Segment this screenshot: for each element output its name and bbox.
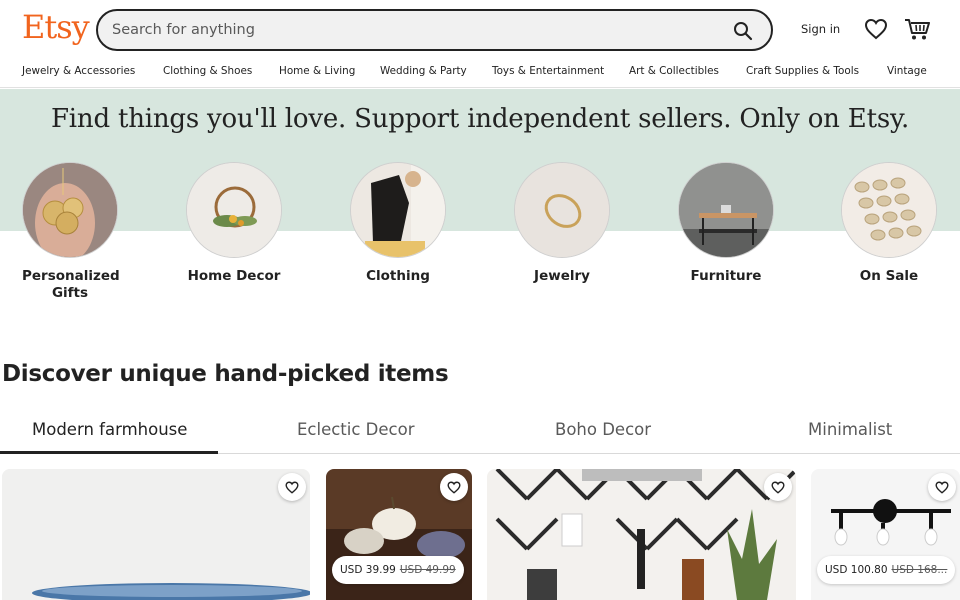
tab-minimalist[interactable]: Minimalist	[808, 420, 892, 439]
category-jewelry[interactable]: Jewelry	[492, 162, 632, 285]
search-input[interactable]	[112, 19, 712, 41]
price-badge: USD 39.99 USD 49.99	[332, 556, 464, 584]
hero-title: Find things you'll love. Support indepen…	[50, 104, 910, 134]
active-tab-indicator	[0, 451, 218, 454]
nav-item-home-living[interactable]: Home & Living	[279, 65, 355, 77]
favorite-button[interactable]	[278, 473, 306, 501]
heart-icon[interactable]	[864, 18, 888, 40]
category-image[interactable]	[678, 162, 774, 258]
price-badge: USD 100.80 USD 168...	[817, 556, 956, 584]
section-title: Discover unique hand-picked items	[2, 361, 449, 387]
sign-in-link[interactable]: Sign in	[801, 22, 840, 36]
listing-card[interactable]	[487, 469, 796, 600]
category-label: On Sale	[859, 268, 919, 284]
category-label: Clothing	[366, 268, 430, 284]
tab-eclectic-decor[interactable]: Eclectic Decor	[297, 420, 414, 439]
category-on-sale[interactable]: On Sale	[819, 162, 959, 285]
sale-price: USD 100.80	[825, 564, 888, 576]
nav-item-craft-supplies[interactable]: Craft Supplies & Tools	[746, 65, 859, 77]
nav-item-vintage[interactable]: Vintage	[887, 65, 927, 77]
nav-item-toys-entertainment[interactable]: Toys & Entertainment	[492, 65, 604, 77]
search-icon[interactable]	[733, 21, 753, 41]
listing-card[interactable]: USD 100.80 USD 168...	[811, 469, 960, 600]
heart-icon	[771, 481, 785, 494]
category-nav: Jewelry & Accessories Clothing & Shoes H…	[0, 60, 960, 88]
cart-icon[interactable]	[904, 17, 930, 41]
category-label: Jewelry	[534, 268, 590, 284]
listing-card[interactable]	[2, 469, 310, 600]
nav-item-clothing-shoes[interactable]: Clothing & Shoes	[163, 65, 252, 77]
category-label: Home Decor	[187, 268, 281, 284]
favorite-button[interactable]	[928, 473, 956, 501]
category-clothing[interactable]: Clothing	[328, 162, 468, 285]
tab-boho-decor[interactable]: Boho Decor	[555, 420, 651, 439]
category-image[interactable]	[22, 162, 118, 258]
tab-modern-farmhouse[interactable]: Modern farmhouse	[32, 420, 187, 439]
category-image[interactable]	[514, 162, 610, 258]
original-price: USD 168...	[891, 564, 948, 576]
favorite-button[interactable]	[764, 473, 792, 501]
category-home-decor[interactable]: Home Decor	[164, 162, 304, 285]
category-image[interactable]	[841, 162, 937, 258]
nav-item-jewelry-accessories[interactable]: Jewelry & Accessories	[22, 65, 135, 77]
heart-icon	[447, 481, 461, 494]
favorite-button[interactable]	[440, 473, 468, 501]
nav-item-wedding-party[interactable]: Wedding & Party	[380, 65, 467, 77]
nav-item-art-collectibles[interactable]: Art & Collectibles	[629, 65, 719, 77]
category-label: Personalized Gifts	[22, 268, 120, 301]
site-header: Etsy Sign in	[0, 0, 960, 60]
category-personalized-gifts[interactable]: Personalized Gifts	[0, 162, 140, 302]
category-label: Furniture	[690, 268, 762, 284]
heart-icon	[285, 481, 299, 494]
category-image[interactable]	[186, 162, 282, 258]
search-bar[interactable]	[96, 9, 773, 51]
discover-tabs: Modern farmhouse Eclectic Decor Boho Dec…	[0, 412, 960, 454]
sale-price: USD 39.99	[340, 564, 396, 576]
original-price: USD 49.99	[399, 564, 456, 576]
listing-card[interactable]: USD 39.99 USD 49.99	[326, 469, 472, 600]
category-furniture[interactable]: Furniture	[656, 162, 796, 285]
etsy-logo[interactable]: Etsy	[22, 8, 90, 46]
category-image[interactable]	[350, 162, 446, 258]
heart-icon	[935, 481, 949, 494]
